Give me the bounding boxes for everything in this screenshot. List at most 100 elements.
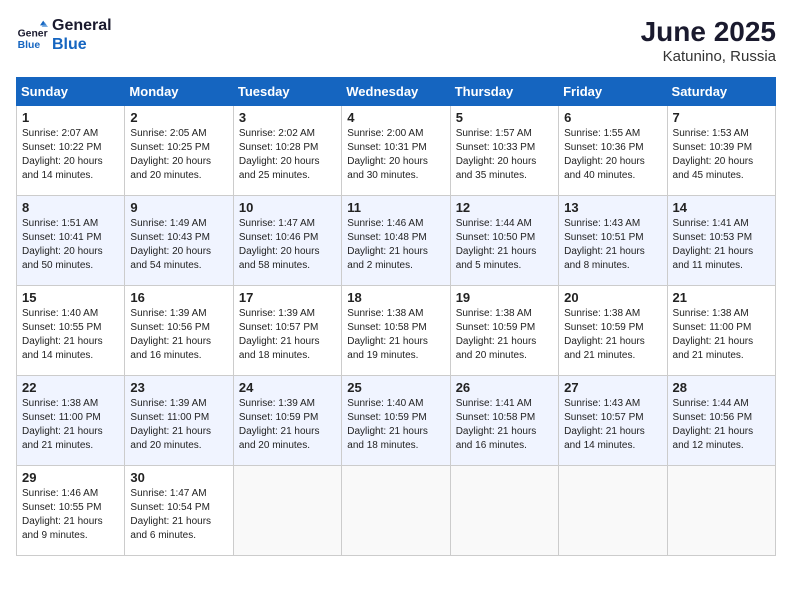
cell-details: Sunrise: 1:44 AM Sunset: 10:50 PM Daylig… [456,217,553,273]
logo: General Blue General Blue [16,16,112,54]
day-number: 29 [22,470,119,485]
calendar-cell: 29 Sunrise: 1:46 AM Sunset: 10:55 PM Dayl… [17,466,125,556]
day-number: 23 [130,380,227,395]
day-number: 13 [564,200,661,215]
svg-text:Blue: Blue [18,40,41,51]
cell-details: Sunrise: 1:39 AM Sunset: 10:56 PM Daylig… [130,307,227,363]
cell-details: Sunrise: 1:38 AM Sunset: 11:00 PM Daylig… [22,397,119,453]
cell-details: Sunrise: 2:02 AM Sunset: 10:28 PM Daylig… [239,127,336,183]
cell-details: Sunrise: 1:43 AM Sunset: 10:57 PM Daylig… [564,397,661,453]
calendar-cell: 3 Sunrise: 2:02 AM Sunset: 10:28 PM Dayli… [233,106,341,196]
logo-icon: General Blue [16,19,48,51]
calendar-cell: 28 Sunrise: 1:44 AM Sunset: 10:56 PM Dayl… [667,376,775,466]
cell-details: Sunrise: 2:05 AM Sunset: 10:25 PM Daylig… [130,127,227,183]
day-number: 25 [347,380,444,395]
calendar-cell [667,466,775,556]
calendar-cell: 7 Sunrise: 1:53 AM Sunset: 10:39 PM Dayli… [667,106,775,196]
day-number: 22 [22,380,119,395]
calendar-cell [233,466,341,556]
day-number: 7 [673,110,770,125]
calendar-header-row: SundayMondayTuesdayWednesdayThursdayFrid… [17,78,776,106]
calendar-cell: 22 Sunrise: 1:38 AM Sunset: 11:00 PM Dayl… [17,376,125,466]
day-number: 18 [347,290,444,305]
day-number: 9 [130,200,227,215]
header-friday: Friday [559,78,667,106]
logo-general: General [52,16,112,35]
calendar-cell: 6Sunrise: 1:55 AM Sunset: 10:36 PM Dayli… [559,106,667,196]
calendar-cell [559,466,667,556]
calendar-cell: 13 Sunrise: 1:43 AM Sunset: 10:51 PM Dayl… [559,196,667,286]
svg-text:General: General [18,29,48,40]
location: Katunino, Russia [641,48,776,65]
day-number: 16 [130,290,227,305]
header-monday: Monday [125,78,233,106]
calendar-table: SundayMondayTuesdayWednesdayThursdayFrid… [16,77,776,556]
day-number: 15 [22,290,119,305]
cell-details: Sunrise: 2:07 AM Sunset: 10:22 PM Daylig… [22,127,119,183]
month-title: June 2025 [641,16,776,48]
calendar-cell: 4Sunrise: 2:00 AM Sunset: 10:31 PM Dayli… [342,106,450,196]
header-saturday: Saturday [667,78,775,106]
calendar-cell: 16 Sunrise: 1:39 AM Sunset: 10:56 PM Dayl… [125,286,233,376]
calendar-cell: 5Sunrise: 1:57 AM Sunset: 10:33 PM Dayli… [450,106,558,196]
cell-details: Sunrise: 1:53 AM Sunset: 10:39 PM Daylig… [673,127,770,183]
cell-details: Sunrise: 1:39 AM Sunset: 10:59 PM Daylig… [239,397,336,453]
cell-details: Sunrise: 1:43 AM Sunset: 10:51 PM Daylig… [564,217,661,273]
calendar-cell: 26Sunrise: 1:41 AM Sunset: 10:58 PM Dayl… [450,376,558,466]
cell-details: Sunrise: 1:38 AM Sunset: 11:00 PM Daylig… [673,307,770,363]
day-number: 26 [456,380,553,395]
day-number: 3 [239,110,336,125]
calendar-cell [450,466,558,556]
cell-details: Sunrise: 1:44 AM Sunset: 10:56 PM Daylig… [673,397,770,453]
day-number: 8 [22,200,119,215]
title-block: June 2025 Katunino, Russia [641,16,776,65]
cell-details: Sunrise: 1:46 AM Sunset: 10:48 PM Daylig… [347,217,444,273]
week-row-1: 1 Sunrise: 2:07 AM Sunset: 10:22 PM Dayli… [17,106,776,196]
calendar-cell: 25 Sunrise: 1:40 AM Sunset: 10:59 PM Dayl… [342,376,450,466]
cell-details: Sunrise: 1:49 AM Sunset: 10:43 PM Daylig… [130,217,227,273]
day-number: 17 [239,290,336,305]
day-number: 24 [239,380,336,395]
header-thursday: Thursday [450,78,558,106]
cell-details: Sunrise: 1:41 AM Sunset: 10:53 PM Daylig… [673,217,770,273]
cell-details: Sunrise: 1:46 AM Sunset: 10:55 PM Daylig… [22,487,119,543]
day-number: 1 [22,110,119,125]
calendar-cell: 11 Sunrise: 1:46 AM Sunset: 10:48 PM Dayl… [342,196,450,286]
cell-details: Sunrise: 1:40 AM Sunset: 10:59 PM Daylig… [347,397,444,453]
calendar-cell: 18 Sunrise: 1:38 AM Sunset: 10:58 PM Dayl… [342,286,450,376]
header-wednesday: Wednesday [342,78,450,106]
calendar-cell [342,466,450,556]
day-number: 30 [130,470,227,485]
day-number: 28 [673,380,770,395]
calendar-cell: 27 Sunrise: 1:43 AM Sunset: 10:57 PM Dayl… [559,376,667,466]
calendar-cell: 30 Sunrise: 1:47 AM Sunset: 10:54 PM Dayl… [125,466,233,556]
page-header: General Blue General Blue June 2025 Katu… [16,16,776,65]
calendar-cell: 14 Sunrise: 1:41 AM Sunset: 10:53 PM Dayl… [667,196,775,286]
cell-details: Sunrise: 1:40 AM Sunset: 10:55 PM Daylig… [22,307,119,363]
day-number: 20 [564,290,661,305]
day-number: 14 [673,200,770,215]
header-sunday: Sunday [17,78,125,106]
cell-details: Sunrise: 1:57 AM Sunset: 10:33 PM Daylig… [456,127,553,183]
calendar-cell: 19Sunrise: 1:38 AM Sunset: 10:59 PM Dayl… [450,286,558,376]
day-number: 11 [347,200,444,215]
calendar-cell: 2 Sunrise: 2:05 AM Sunset: 10:25 PM Dayli… [125,106,233,196]
week-row-2: 8 Sunrise: 1:51 AM Sunset: 10:41 PM Dayli… [17,196,776,286]
calendar-cell: 8 Sunrise: 1:51 AM Sunset: 10:41 PM Dayli… [17,196,125,286]
cell-details: Sunrise: 1:39 AM Sunset: 10:57 PM Daylig… [239,307,336,363]
cell-details: Sunrise: 1:47 AM Sunset: 10:46 PM Daylig… [239,217,336,273]
day-number: 27 [564,380,661,395]
cell-details: Sunrise: 1:47 AM Sunset: 10:54 PM Daylig… [130,487,227,543]
calendar-cell: 17 Sunrise: 1:39 AM Sunset: 10:57 PM Dayl… [233,286,341,376]
calendar-cell: 12 Sunrise: 1:44 AM Sunset: 10:50 PM Dayl… [450,196,558,286]
day-number: 12 [456,200,553,215]
cell-details: Sunrise: 1:38 AM Sunset: 10:59 PM Daylig… [456,307,553,363]
header-tuesday: Tuesday [233,78,341,106]
day-number: 2 [130,110,227,125]
calendar-cell: 9 Sunrise: 1:49 AM Sunset: 10:43 PM Dayli… [125,196,233,286]
cell-details: Sunrise: 1:38 AM Sunset: 10:58 PM Daylig… [347,307,444,363]
day-number: 6 [564,110,661,125]
cell-details: Sunrise: 1:51 AM Sunset: 10:41 PM Daylig… [22,217,119,273]
day-number: 21 [673,290,770,305]
day-number: 10 [239,200,336,215]
